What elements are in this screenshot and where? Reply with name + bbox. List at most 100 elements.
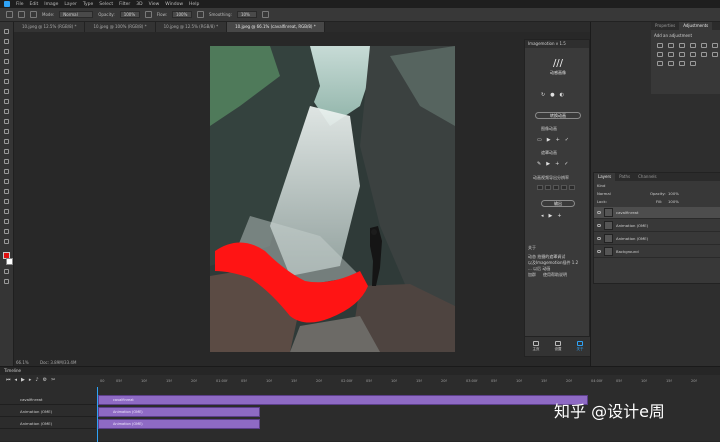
pen-tool[interactable]: [3, 178, 11, 185]
history-brush-tool[interactable]: [3, 128, 11, 135]
timeline-clip[interactable]: Animation (OME): [98, 407, 260, 417]
nav-home[interactable]: 主页: [533, 341, 540, 352]
type-tool[interactable]: [3, 188, 11, 195]
eyedropper-tool[interactable]: [3, 88, 11, 95]
background-color-swatch[interactable]: [5, 258, 13, 265]
nav-settings[interactable]: 设置: [555, 341, 562, 352]
dodge-tool[interactable]: [3, 168, 11, 175]
brush-settings-icon[interactable]: [30, 11, 37, 18]
doc-tab-2[interactable]: 10.jpeg @ 100% (RGB/8) *: [85, 22, 156, 32]
export-button[interactable]: 输出: [541, 200, 575, 207]
audio-icon[interactable]: ♪: [35, 377, 38, 383]
layer-filter-kind[interactable]: Kind: [597, 183, 605, 188]
quick-mask-tool[interactable]: [3, 268, 11, 275]
blur-tool[interactable]: [3, 158, 11, 165]
dot-icon[interactable]: ●: [550, 92, 554, 98]
path-select-tool[interactable]: [3, 198, 11, 205]
layer-row[interactable]: Animation (OME): [594, 233, 720, 245]
layer-row[interactable]: Animation (OME): [594, 220, 720, 232]
stamp-tool[interactable]: [3, 118, 11, 125]
menu-type[interactable]: Type: [83, 2, 93, 7]
brightness-icon[interactable]: [657, 43, 663, 48]
shape-tool[interactable]: [3, 208, 11, 215]
tab-adjustments[interactable]: Adjustments: [679, 22, 713, 30]
menu-select[interactable]: Select: [99, 2, 113, 7]
brush-preset-icon[interactable]: [18, 11, 25, 18]
first-frame-icon[interactable]: ⏮: [6, 377, 11, 383]
menu-3d[interactable]: 3D: [136, 2, 142, 7]
pressure-opacity-icon[interactable]: [144, 11, 152, 18]
prev-icon[interactable]: ◂: [541, 213, 544, 219]
resolution-field[interactable]: [537, 185, 543, 190]
plus-icon[interactable]: +: [555, 161, 559, 167]
timeline-ruler[interactable]: 00 05f 10f 15f 20f 01:00f 05f 10f 15f 20…: [96, 379, 720, 387]
curves-icon[interactable]: [679, 43, 685, 48]
about-link-help[interactable]: 使用帮助说明: [543, 272, 567, 278]
track-label[interactable]: Animation (OME): [0, 418, 96, 429]
levels-icon[interactable]: [668, 43, 674, 48]
more-tools[interactable]: [3, 238, 11, 245]
doc-tab-3[interactable]: 10.jpeg @ 12.5% (RGB/8) *: [155, 22, 228, 32]
menu-edit[interactable]: Edit: [30, 2, 39, 7]
eye-icon[interactable]: [597, 224, 601, 227]
gear-icon[interactable]: [261, 11, 269, 18]
frame-tool[interactable]: [3, 78, 11, 85]
track-label[interactable]: Animation (OME): [0, 406, 96, 417]
tab-channels[interactable]: Channels: [634, 173, 661, 181]
resolution-field[interactable]: [561, 185, 567, 190]
timeline-clip[interactable]: Animation (OME): [98, 419, 260, 429]
crop-tool[interactable]: [3, 68, 11, 75]
airbrush-icon[interactable]: [196, 11, 204, 18]
hand-tool[interactable]: [3, 218, 11, 225]
doc-tab-4[interactable]: 10.jpeg @ 66.1% (cavalfinreat, RGB/8) *: [227, 22, 325, 32]
canvas-image[interactable]: [210, 46, 455, 352]
about-link-group[interactable]: 加群: [528, 272, 536, 278]
screen-mode-tool[interactable]: [3, 278, 11, 285]
nav-about[interactable]: 关于: [577, 341, 584, 352]
threshold-icon[interactable]: [668, 61, 674, 66]
vibrance-icon[interactable]: [701, 43, 707, 48]
bw-icon[interactable]: [668, 52, 674, 57]
eye-icon[interactable]: [597, 237, 601, 240]
home-icon[interactable]: [6, 11, 13, 18]
doc-tab-1[interactable]: 10.jpeg @ 12.5% (RGB/8) *: [14, 22, 86, 32]
hue-icon[interactable]: [712, 43, 718, 48]
split-icon[interactable]: ✂: [51, 377, 55, 383]
layer-opacity-field[interactable]: 100%: [668, 191, 679, 196]
track-label[interactable]: cavalfinreat: [0, 394, 96, 405]
play-icon[interactable]: ▶: [21, 377, 25, 383]
invert-icon[interactable]: [712, 52, 718, 57]
next-frame-icon[interactable]: ▸: [29, 377, 32, 383]
posterize-icon[interactable]: [657, 61, 663, 66]
move-tool[interactable]: [3, 28, 11, 35]
channel-mixer-icon[interactable]: [690, 52, 696, 57]
smoothing-field[interactable]: 10%: [236, 11, 257, 18]
gradient-map-icon[interactable]: [679, 61, 685, 66]
play-icon[interactable]: ▶: [546, 161, 550, 167]
menu-image[interactable]: Image: [44, 2, 58, 7]
resolution-field[interactable]: [545, 185, 551, 190]
timeline-clip[interactable]: cavalfinreat: [98, 395, 588, 405]
menu-window[interactable]: Window: [165, 2, 183, 7]
gradient-tool[interactable]: [3, 148, 11, 155]
lasso-tool[interactable]: [3, 48, 11, 55]
brush-tool[interactable]: [3, 108, 11, 115]
quick-select-tool[interactable]: [3, 58, 11, 65]
mode-select[interactable]: Normal: [59, 11, 94, 18]
loop-icon[interactable]: ↻: [541, 92, 545, 98]
tab-paths[interactable]: Paths: [615, 173, 634, 181]
play-icon[interactable]: ▶: [549, 213, 553, 219]
check-icon[interactable]: ✓: [565, 137, 569, 143]
play-icon[interactable]: ▶: [547, 137, 551, 143]
plus-icon[interactable]: +: [556, 137, 560, 143]
page-icon[interactable]: ▭: [537, 137, 542, 143]
flow-field[interactable]: 100%: [171, 11, 192, 18]
lookup-icon[interactable]: [701, 52, 707, 57]
opacity-field[interactable]: 100%: [119, 11, 140, 18]
layer-row[interactable]: cavalfinreat: [594, 207, 720, 219]
prev-frame-icon[interactable]: ◂: [15, 377, 18, 383]
photo-filter-icon[interactable]: [679, 52, 685, 57]
color-balance-icon[interactable]: [657, 52, 663, 57]
healing-tool[interactable]: [3, 98, 11, 105]
gear-icon[interactable]: ⚙: [43, 377, 47, 383]
